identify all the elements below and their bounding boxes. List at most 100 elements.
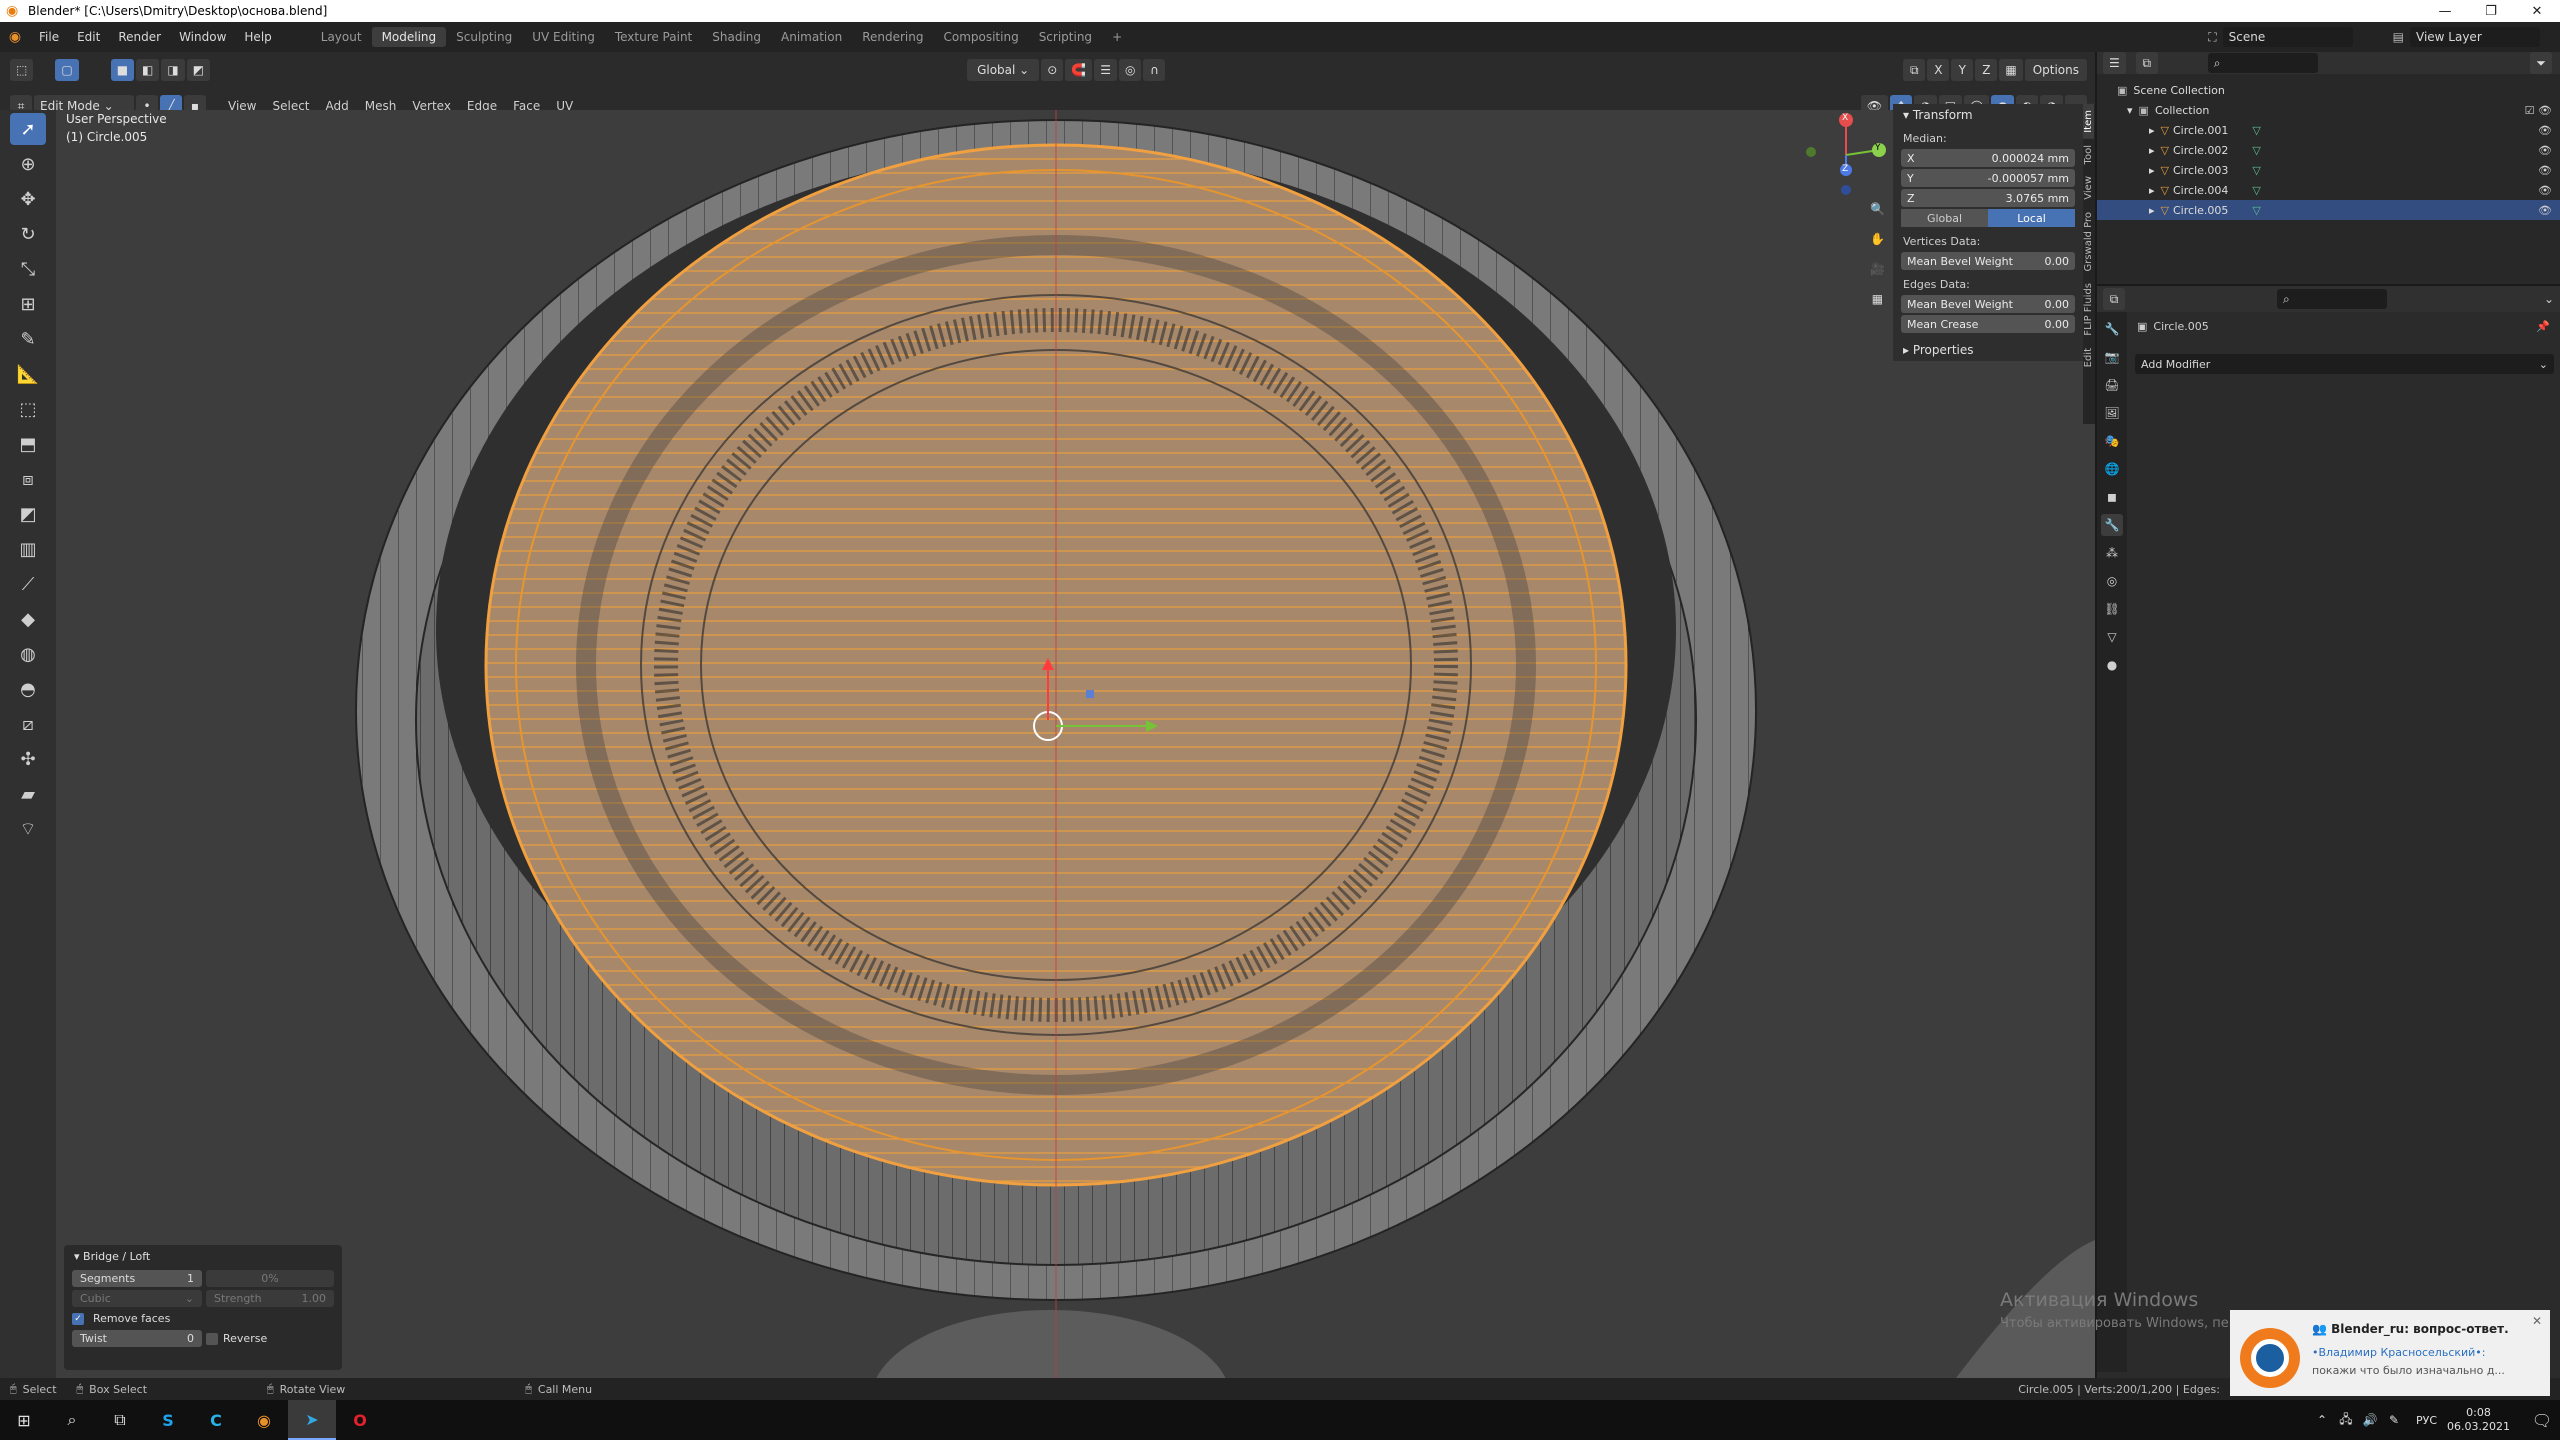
mode-subtract-icon[interactable]: ◨	[161, 59, 185, 81]
mirror-y-toggle[interactable]: Y	[1951, 59, 1974, 81]
shear-tool-icon[interactable]: ▰	[10, 778, 46, 810]
knife-tool-icon[interactable]: ⟋	[10, 568, 46, 600]
measure-tool-icon[interactable]: 📐	[10, 358, 46, 390]
annotate-tool-icon[interactable]: ✎	[10, 323, 46, 355]
twist-field[interactable]: Twist 0	[72, 1330, 202, 1347]
workspace-tab-compositing[interactable]: Compositing	[933, 27, 1028, 47]
strength-field[interactable]: Strength 1.00	[206, 1290, 334, 1307]
filter-icon[interactable]: ⏷	[2530, 52, 2552, 74]
workspace-tab-scripting[interactable]: Scripting	[1029, 27, 1102, 47]
menu-help[interactable]: Help	[235, 30, 280, 44]
pan-hand-icon[interactable]: ✋	[1864, 228, 1891, 250]
menu-edit[interactable]: Edit	[68, 30, 109, 44]
eye-icon[interactable]: 👁	[2538, 164, 2552, 177]
clock[interactable]: 0:08 06.03.2021	[2447, 1406, 2510, 1434]
eye-icon[interactable]: 👁	[2538, 184, 2552, 197]
falloff-icon[interactable]: ∩	[1143, 59, 1166, 81]
add-cube-tool-icon[interactable]: ⬚	[10, 393, 46, 425]
output-tab-icon[interactable]: 🖨	[2101, 374, 2123, 396]
add-workspace-button[interactable]: +	[1102, 27, 1132, 47]
network-icon[interactable]: 🖧	[2334, 1400, 2358, 1440]
notifications-icon[interactable]: 🗨	[2524, 1400, 2560, 1440]
minimize-button[interactable]: —	[2422, 0, 2468, 22]
local-toggle[interactable]: Local	[1988, 209, 2075, 227]
loop-cut-tool-icon[interactable]: ▥	[10, 533, 46, 565]
extrude-tool-icon[interactable]: ⬒	[10, 428, 46, 460]
ortho-grid-icon[interactable]: ▦	[1864, 288, 1891, 310]
tab-tool[interactable]: Tool	[2083, 139, 2094, 170]
cursor-tool-icon[interactable]: ⊕	[10, 148, 46, 180]
outliner-item-circle-003[interactable]: ▸ ▽ Circle.003 ▽ 👁	[2097, 160, 2560, 180]
outliner-item-circle-002[interactable]: ▸ ▽ Circle.002 ▽ 👁	[2097, 140, 2560, 160]
workspace-tab-texture-paint[interactable]: Texture Paint	[605, 27, 702, 47]
segments-field[interactable]: Segments 1	[72, 1270, 202, 1287]
add-modifier-dropdown[interactable]: Add Modifier ⌄	[2135, 354, 2554, 374]
median-y-field[interactable]: Y -0.000057 mm	[1901, 169, 2075, 187]
menu-render[interactable]: Render	[109, 30, 170, 44]
search-icon[interactable]: ⌕	[48, 1400, 96, 1440]
poly-build-tool-icon[interactable]: ◆	[10, 603, 46, 635]
pen-icon[interactable]: ✎	[2382, 1400, 2406, 1440]
edge-crease-field[interactable]: Mean Crease 0.00	[1901, 315, 2075, 333]
shrink-fatten-tool-icon[interactable]: ✣	[10, 743, 46, 775]
pin-icon[interactable]: 📌	[2536, 320, 2550, 333]
rip-tool-icon[interactable]: ⌔	[10, 813, 46, 845]
inset-tool-icon[interactable]: ⧈	[10, 463, 46, 495]
workspace-tab-layout[interactable]: Layout	[311, 27, 372, 47]
workspace-tab-shading[interactable]: Shading	[702, 27, 771, 47]
material-tab-icon[interactable]: ●	[2101, 654, 2123, 676]
transform-orientation-dropdown[interactable]: Global ⌄	[967, 59, 1040, 81]
snap-element-icon[interactable]: ☰	[1094, 59, 1117, 81]
proportional-edit-icon[interactable]: ◎	[1119, 59, 1142, 81]
vertex-bevel-weight-field[interactable]: Mean Bevel Weight 0.00	[1901, 252, 2075, 270]
profile-factor-field[interactable]: 0%	[206, 1270, 334, 1287]
input-language[interactable]: РУС	[2416, 1414, 2437, 1427]
workspace-tab-sculpting[interactable]: Sculpting	[446, 27, 522, 47]
3d-viewport[interactable]: User Perspective (1) Circle.005 X Y Z 🔍 …	[56, 110, 2095, 1378]
mode-extend-icon[interactable]: ◧	[136, 59, 160, 81]
median-x-field[interactable]: X 0.000024 mm	[1901, 149, 2075, 167]
render-tab-icon[interactable]: 📷	[2101, 346, 2123, 368]
opera-icon[interactable]: O	[336, 1400, 384, 1440]
transform-tool-icon[interactable]: ⊞	[10, 288, 46, 320]
edge-bevel-weight-field[interactable]: Mean Bevel Weight 0.00	[1901, 295, 2075, 313]
skype-icon[interactable]: S	[144, 1400, 192, 1440]
constraints-tab-icon[interactable]: ⛓	[2101, 598, 2123, 620]
volume-icon[interactable]: 🔊	[2358, 1400, 2382, 1440]
ccleaner-icon[interactable]: C	[192, 1400, 240, 1440]
outliner-item-circle-004[interactable]: ▸ ▽ Circle.004 ▽ 👁	[2097, 180, 2560, 200]
auto-merge-icon[interactable]: ▦	[1999, 59, 2023, 81]
edge-slide-tool-icon[interactable]: ⧄	[10, 708, 46, 740]
camera-view-icon[interactable]: 🎥	[1864, 258, 1891, 280]
object-tab-icon[interactable]: ◼	[2101, 486, 2123, 508]
view-layer-tab-icon[interactable]: 🖼	[2101, 402, 2123, 424]
tab-edit[interactable]: Edit	[2083, 342, 2094, 373]
tab-grswald-pro[interactable]: Grswald Pro	[2083, 206, 2094, 278]
mirror-icon[interactable]: ⧉	[1903, 59, 1926, 81]
menu-window[interactable]: Window	[170, 30, 235, 44]
physics-tab-icon[interactable]: ◎	[2101, 570, 2123, 592]
blender-taskbar-icon[interactable]: ◉	[240, 1400, 288, 1440]
workspace-tab-animation[interactable]: Animation	[771, 27, 852, 47]
properties-panel-header[interactable]: ▸ Properties	[1893, 339, 2083, 361]
mode-intersect-icon[interactable]: ◩	[186, 59, 211, 81]
snap-icon[interactable]: 🧲	[1065, 59, 1093, 81]
particles-tab-icon[interactable]: ⁂	[2101, 542, 2123, 564]
interpolation-dropdown[interactable]: Cubic ⌄	[72, 1290, 202, 1307]
remove-faces-checkbox[interactable]: ✓ Remove faces	[72, 1310, 334, 1327]
tray-chevron-icon[interactable]: ⌃	[2310, 1400, 2334, 1440]
eye-icon[interactable]: 👁	[2538, 204, 2552, 217]
windows-start-icon[interactable]: ⊞	[0, 1400, 48, 1440]
rotate-tool-icon[interactable]: ↻	[10, 218, 46, 250]
mode-new-icon[interactable]: ■	[110, 59, 135, 81]
transform-panel-header[interactable]: ▾ Transform	[1893, 104, 2083, 126]
notification-toast[interactable]: 👥 Blender_ru: вопрос-ответ. •Владимир Кр…	[2230, 1310, 2550, 1396]
workspace-tab-uv-editing[interactable]: UV Editing	[522, 27, 605, 47]
eye-icon[interactable]: 👁	[2538, 144, 2552, 157]
display-mode-button[interactable]: ⧉	[2135, 52, 2158, 74]
properties-editor-type-button[interactable]: ⧉	[2103, 288, 2125, 310]
eye-icon[interactable]: 👁	[2538, 124, 2552, 137]
close-button[interactable]: ✕	[2514, 0, 2560, 22]
select-tool-icon[interactable]: ➚	[10, 113, 46, 145]
smooth-tool-icon[interactable]: ◓	[10, 673, 46, 705]
